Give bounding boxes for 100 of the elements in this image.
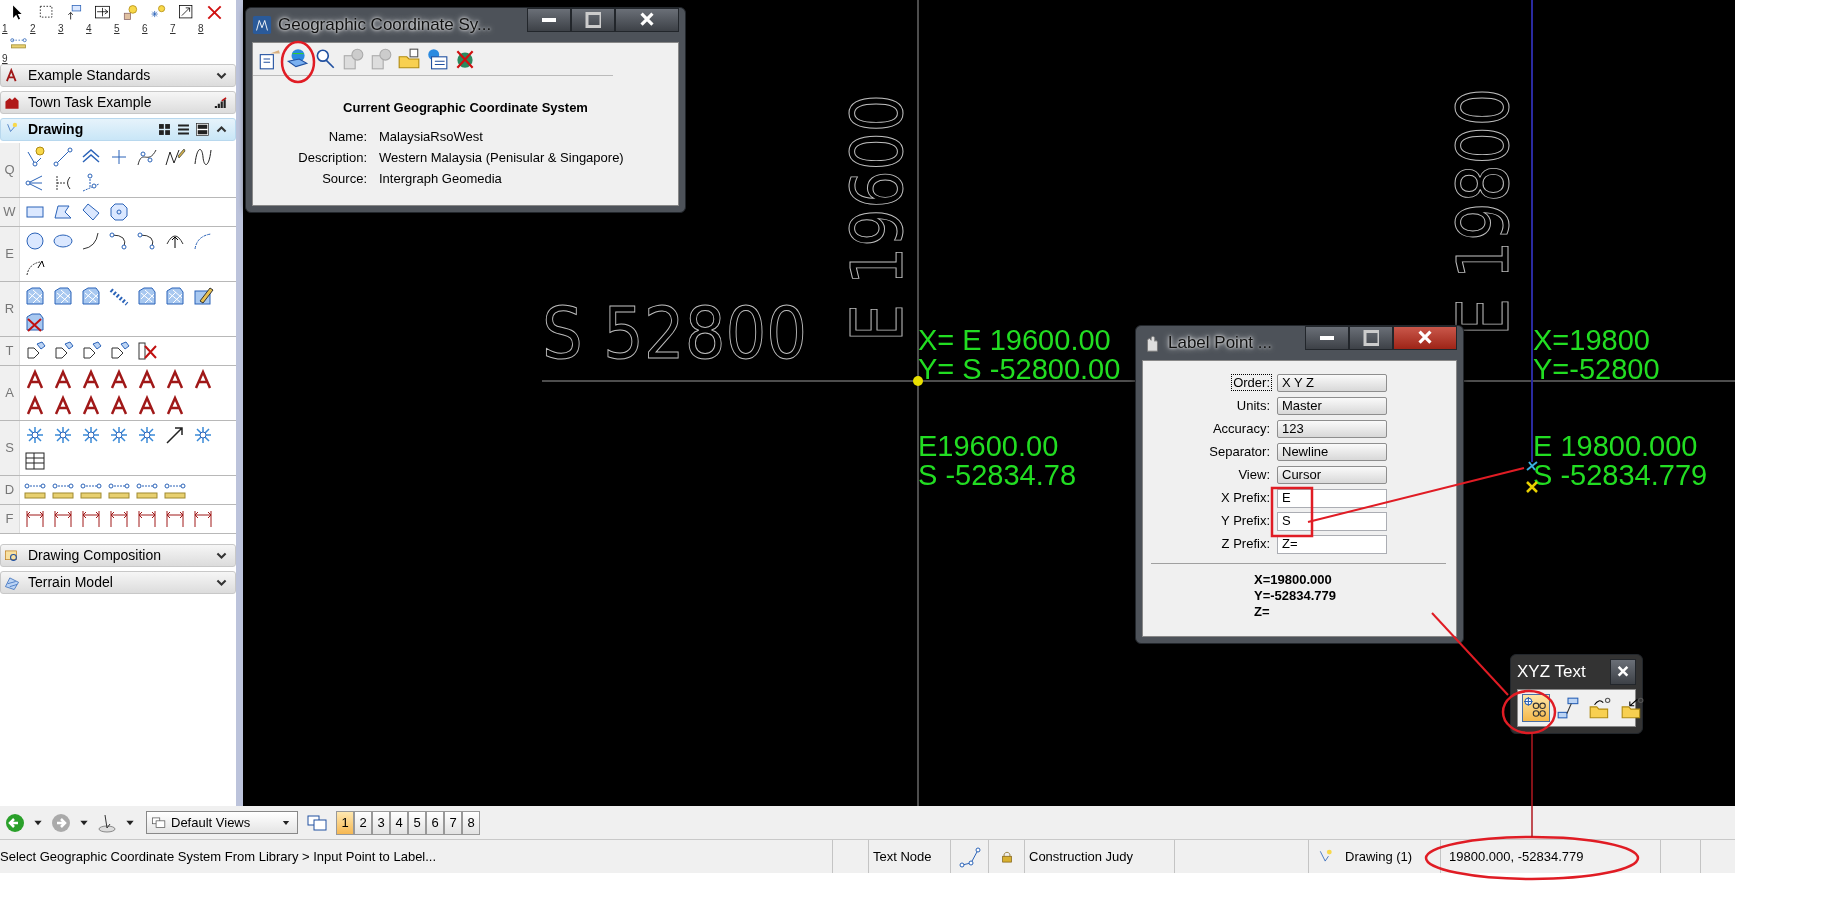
circle-icon[interactable] [24,230,46,252]
active-level-label: Construction Judy [1028,847,1134,866]
arrow-icon[interactable] [164,424,186,446]
group-key-letter: S [0,421,20,475]
input-field[interactable]: E [1277,488,1387,508]
tag-delete-icon[interactable] [136,340,158,362]
symbol-icon[interactable] [80,424,102,446]
symbol-icon[interactable] [192,424,214,446]
view-button[interactable]: 8 [462,810,480,835]
task-tool-button[interactable]: 4 [86,4,114,34]
text-tool-icon[interactable] [24,395,46,417]
text-tool-icon[interactable] [108,395,130,417]
node-line-icon[interactable] [958,845,981,868]
table-icon[interactable] [24,450,46,472]
task-tool-button[interactable]: 5 [114,4,142,34]
list-globe-icon[interactable] [425,47,449,71]
hatch-delete-icon[interactable] [24,311,46,333]
dimension-icon[interactable] [52,508,74,530]
dropdown-field[interactable]: Cursor [1277,466,1387,484]
arc-points-icon[interactable] [136,230,158,252]
pen-icon[interactable] [164,146,186,168]
view-button[interactable]: 3 [372,810,390,835]
line-icon[interactable] [52,146,74,168]
symbol-icon[interactable] [52,424,74,446]
folder-icon[interactable] [397,47,421,71]
properties-icon[interactable] [257,47,281,71]
hatch-pattern-icon[interactable] [80,285,102,307]
task-tool-button[interactable]: 7 [170,4,198,34]
input-field[interactable]: Z= [1277,534,1387,554]
dimension-icon[interactable] [192,508,214,530]
view-button[interactable]: 2 [354,810,372,835]
hatch-pencil-icon[interactable] [192,285,214,307]
text-tool-icon[interactable] [52,395,74,417]
dimension-icon[interactable] [164,508,186,530]
task-tool-button[interactable]: 9 [2,34,30,64]
dimension-icon[interactable] [24,508,46,530]
wave-icon[interactable] [192,146,214,168]
octagon-icon[interactable] [108,201,130,223]
hatch-pattern-icon[interactable] [24,285,46,307]
tag-icon[interactable] [80,340,102,362]
view-button[interactable]: 7 [444,810,462,835]
list-view-icon[interactable] [176,122,191,137]
view-button[interactable]: 6 [426,810,444,835]
panel-header[interactable]: Drawing Composition [0,544,236,567]
close-button[interactable] [615,8,679,32]
close-button[interactable] [1610,659,1636,685]
text-tool-icon[interactable] [136,369,158,391]
tag-icon[interactable] [52,340,74,362]
task-tool-button[interactable]: 2 [30,4,58,34]
point-line-icon[interactable] [80,172,102,194]
hatch-pattern-icon[interactable] [136,285,158,307]
diamond-icon[interactable] [80,201,102,223]
text-tool-icon[interactable] [192,369,214,391]
arc-points-icon[interactable] [108,230,130,252]
view-button[interactable]: 5 [408,810,426,835]
text-tool-icon[interactable] [52,369,74,391]
text-tool-icon[interactable] [164,369,186,391]
dropdown-field[interactable]: Newline [1277,443,1387,461]
text-tool-icon[interactable] [80,395,102,417]
field-label: Description: [297,148,368,167]
task-tool-button[interactable]: 6 [142,4,170,34]
panel-header[interactable]: Example Standards [0,64,236,87]
tag-icon[interactable] [108,340,130,362]
panel-header[interactable]: Drawing [0,118,236,141]
view-group-dropdown[interactable]: Default Views [146,811,298,834]
close-button[interactable] [1393,326,1457,350]
view-button[interactable]: 1 [336,810,354,835]
dropdown-field[interactable]: X Y Z [1277,374,1387,392]
hatch-pattern-icon[interactable] [52,285,74,307]
symbol-icon[interactable] [108,424,130,446]
view-button[interactable]: 4 [390,810,408,835]
hatch-pattern-icon[interactable] [164,285,186,307]
dropdown-field[interactable]: Master [1277,397,1387,415]
text-tool-icon[interactable] [136,395,158,417]
large-list-icon[interactable] [195,122,210,137]
tool-button[interactable] [1522,694,1550,722]
text-tool-icon[interactable] [80,369,102,391]
panel-header[interactable]: Terrain Model [0,571,236,594]
dimension-icon[interactable] [108,508,130,530]
input-field[interactable]: S [1277,511,1387,531]
task-tool-button[interactable]: 8 [198,4,226,34]
task-tool-button[interactable]: 1 [2,4,30,34]
minimize-button[interactable] [527,8,571,32]
arc-icon[interactable] [80,230,102,252]
group-key-letter: F [0,505,20,533]
task-tool-button[interactable]: 3 [58,4,86,34]
dimension-icon[interactable] [136,508,158,530]
dropdown-field[interactable]: 123 [1277,420,1387,438]
symbol-icon[interactable] [24,424,46,446]
symbol-icon[interactable] [136,424,158,446]
text-tool-icon[interactable] [108,369,130,391]
minimize-button[interactable] [1305,326,1349,350]
text-tool-icon[interactable] [24,369,46,391]
maximize-button[interactable] [1349,326,1393,350]
dimension-icon[interactable] [80,508,102,530]
maximize-button[interactable] [571,8,615,32]
grid-view-icon[interactable] [157,122,172,137]
panel-header[interactable]: Town Task Example [0,91,236,114]
tag-icon[interactable] [24,340,46,362]
text-tool-icon[interactable] [164,395,186,417]
